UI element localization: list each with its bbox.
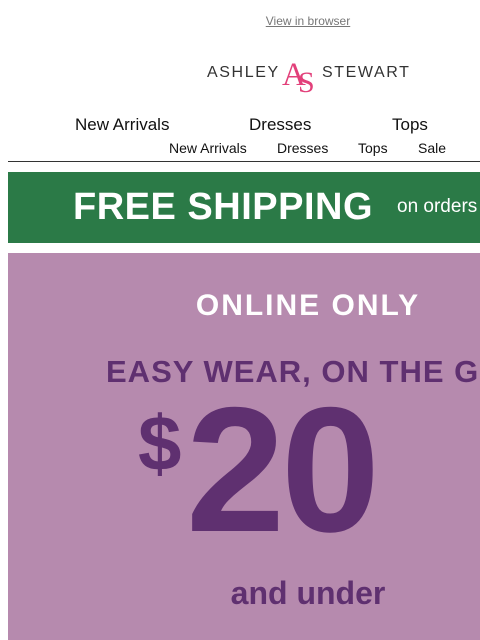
view-in-browser-link[interactable]: View in browser <box>0 14 480 28</box>
svg-text:S: S <box>298 66 315 96</box>
promo-currency: $ <box>138 399 182 487</box>
secondary-nav: New Arrivals Dresses Tops Sale <box>0 140 480 156</box>
nav-dresses[interactable]: Dresses <box>249 115 311 135</box>
logo-word-ashley: ASHLEY <box>207 64 280 81</box>
promo-amount: 20 <box>186 370 380 569</box>
logo-monogram-icon: A S <box>282 57 315 96</box>
subnav-new-arrivals[interactable]: New Arrivals <box>169 140 247 156</box>
nav-divider <box>8 161 480 162</box>
free-shipping-headline: FREE SHIPPING <box>73 186 373 228</box>
promo-hero-banner[interactable]: ONLINE ONLY EASY WEAR, ON THE G $ 20 and… <box>8 253 480 640</box>
ashley-stewart-logo[interactable]: ASHLEY A S STEWART <box>207 52 409 96</box>
free-shipping-subtext: on orders <box>397 196 478 217</box>
promo-suffix: and under <box>230 575 386 611</box>
subnav-dresses[interactable]: Dresses <box>277 140 328 156</box>
subnav-sale[interactable]: Sale <box>418 140 446 156</box>
free-shipping-banner[interactable]: FREE SHIPPING on orders <box>8 172 480 243</box>
subnav-tops[interactable]: Tops <box>358 140 388 156</box>
primary-nav: New Arrivals Dresses Tops <box>0 115 480 135</box>
nav-new-arrivals[interactable]: New Arrivals <box>75 115 169 135</box>
promo-tag: ONLINE ONLY <box>195 289 421 322</box>
nav-tops[interactable]: Tops <box>392 115 428 135</box>
logo-word-stewart: STEWART <box>322 64 411 81</box>
